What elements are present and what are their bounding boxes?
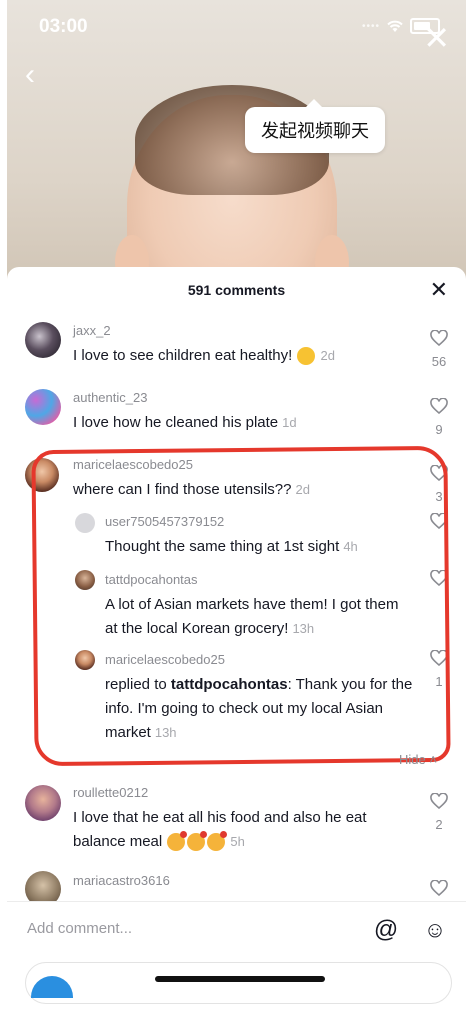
comment-body: I love how he cleaned his plate [73, 414, 279, 431]
comment-text[interactable]: I love to see children eat healthy! 2d [73, 344, 383, 368]
emoji-picker-icon[interactable]: ☺ [422, 917, 448, 943]
heart-icon [430, 792, 448, 810]
close-comments-icon[interactable]: ✕ [430, 277, 448, 303]
comment-time: 2d [320, 348, 335, 363]
home-indicator[interactable] [155, 976, 325, 982]
like-button[interactable] [424, 879, 454, 901]
heart-icon [430, 397, 448, 415]
status-time: 03:00 [39, 16, 88, 37]
comment-username[interactable]: roullette0212 [73, 785, 148, 800]
close-video-icon[interactable]: ✕ [423, 22, 450, 54]
hide-label: Hide [399, 752, 426, 767]
red-annotation-outline [31, 445, 451, 767]
comments-header: 591 comments ✕ [7, 267, 466, 313]
like-count: 56 [431, 354, 447, 369]
video-chat-tooltip[interactable]: 发起视频聊天 [245, 99, 385, 153]
comment-input[interactable]: Add comment... [27, 920, 132, 937]
bottom-pill [25, 962, 452, 1004]
comment-text[interactable]: I love that he eat all his food and also… [73, 806, 393, 854]
wifi-icon [387, 20, 403, 32]
hide-replies-button[interactable]: Hide ˄ [399, 752, 437, 767]
avatar[interactable] [25, 322, 61, 358]
video-background[interactable]: 03:00 •••• ✕ ‹ 发起视频聊天 [7, 0, 466, 300]
comment-username[interactable]: mariacastro3616 [73, 873, 170, 888]
heart-icon [430, 879, 448, 897]
comment-username[interactable]: authentic_23 [73, 390, 147, 405]
back-chevron-icon[interactable]: ‹ [25, 60, 35, 90]
comment-time: 1d [282, 415, 297, 430]
smiling-face-with-hearts-icon [207, 831, 228, 852]
avatar[interactable] [25, 785, 61, 821]
app-frame: 03:00 •••• ✕ ‹ 发起视频聊天 591 comments ✕ jax… [7, 0, 466, 1024]
comment-body: I love to see children eat healthy! [73, 347, 293, 364]
smiling-face-with-hearts-icon [167, 831, 188, 852]
like-count: 9 [435, 422, 443, 437]
like-button[interactable]: 2 [424, 792, 454, 832]
smiling-face-with-hearts-icon [187, 831, 208, 852]
like-button[interactable]: 56 [424, 329, 454, 369]
comment-input-bar: Add comment... @ ☺ [7, 901, 466, 962]
mention-icon[interactable]: @ [373, 917, 399, 943]
comment-time: 5h [230, 834, 245, 849]
avatar[interactable] [25, 389, 61, 425]
signal-icon: •••• [361, 20, 380, 32]
heart-icon [430, 329, 448, 347]
like-count: 2 [435, 817, 443, 832]
comment-username[interactable]: jaxx_2 [73, 323, 111, 338]
comments-count-title: 591 comments [187, 282, 286, 298]
comment-text[interactable]: I love how he cleaned his plate 1d [73, 411, 393, 435]
smile-emoji-icon [297, 347, 316, 366]
like-button[interactable]: 9 [424, 397, 454, 437]
